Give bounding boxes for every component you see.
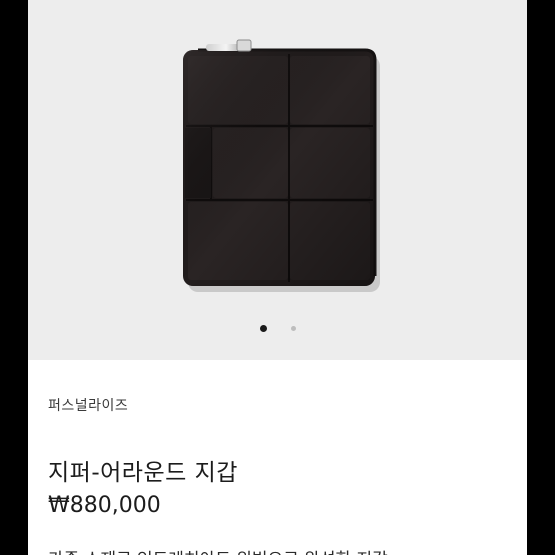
pagination-dot-active[interactable] [259, 324, 267, 332]
pagination-dot[interactable] [290, 325, 296, 331]
product-price: ₩880,000 [48, 493, 161, 518]
wallet-photo [183, 39, 380, 292]
product-description: 가죽 소재로 인트레치아토 위빙으로 완성한 지갑 [48, 545, 388, 555]
product-image-gallery[interactable] [28, 0, 527, 360]
gallery-pagination [28, 322, 527, 334]
brand-label[interactable]: 퍼스널라이즈 [48, 395, 128, 415]
product-title: 지퍼-어라운드 지갑 [48, 460, 238, 486]
product-info: 퍼스널라이즈 지퍼-어라운드 지갑 ₩880,000 가죽 소재로 인트레치아토… [28, 360, 527, 555]
product-screen: 퍼스널라이즈 지퍼-어라운드 지갑 ₩880,000 가죽 소재로 인트레치아토… [28, 0, 527, 555]
